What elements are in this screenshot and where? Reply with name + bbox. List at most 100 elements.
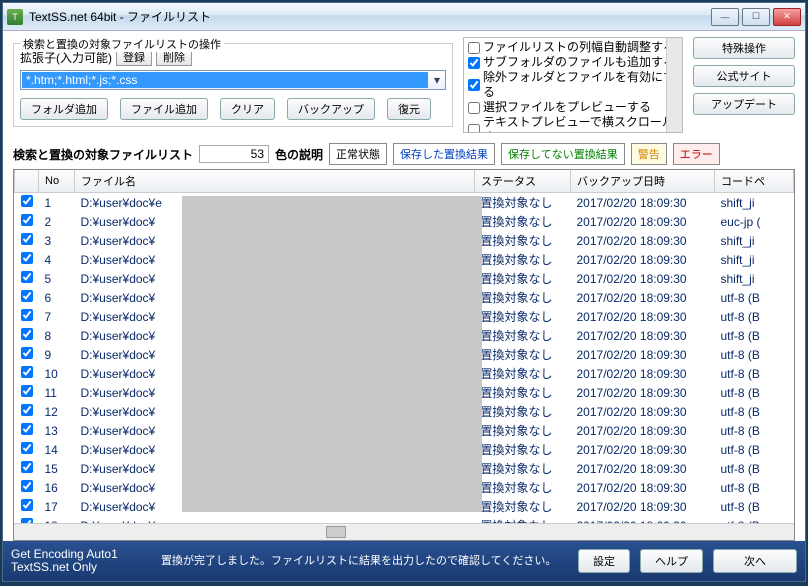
cell-no: 14	[39, 440, 75, 459]
checkbox[interactable]	[468, 42, 480, 54]
row-checkbox[interactable]	[21, 423, 33, 435]
cell-backup: 2017/02/20 18:09:30	[571, 364, 715, 383]
titlebar[interactable]: T TextSS.net 64bit - ファイルリスト — ☐ ✕	[3, 3, 805, 31]
cell-backup: 2017/02/20 18:09:30	[571, 383, 715, 402]
option-check[interactable]: ファイルリストの列幅自動調整する	[466, 40, 680, 55]
row-checkbox[interactable]	[21, 271, 33, 283]
row-checkbox[interactable]	[21, 347, 33, 359]
row-checkbox[interactable]	[21, 195, 33, 207]
cell-backup: 2017/02/20 18:09:30	[571, 212, 715, 231]
row-checkbox[interactable]	[21, 214, 33, 226]
clear-button[interactable]: クリア	[220, 98, 275, 120]
col-status[interactable]: ステータス	[475, 170, 571, 193]
cell-no: 3	[39, 231, 75, 250]
col-code[interactable]: コードペ	[715, 170, 794, 193]
close-button[interactable]: ✕	[773, 8, 801, 26]
row-checkbox[interactable]	[21, 442, 33, 454]
next-button[interactable]: 次へ	[713, 549, 797, 573]
cell-no: 16	[39, 478, 75, 497]
file-count: 53	[199, 145, 269, 163]
help-button[interactable]: ヘルプ	[640, 549, 703, 573]
content-area: 検索と置換の対象ファイルリストの操作 拡張子(入力可能) 登録 削除 *.htm…	[3, 31, 805, 541]
update-button[interactable]: アップデート	[693, 93, 795, 115]
cell-code: utf-8 (B	[715, 345, 794, 364]
h-scrollbar[interactable]	[14, 523, 794, 540]
cell-backup: 2017/02/20 18:09:30	[571, 345, 715, 364]
col-no[interactable]: No	[39, 170, 75, 193]
option-check[interactable]: テキストプレビューで横スクロールする	[466, 115, 680, 133]
cell-code: euc-jp (	[715, 212, 794, 231]
official-site-button[interactable]: 公式サイト	[693, 65, 795, 87]
restore-button[interactable]: 復元	[387, 98, 431, 120]
cell-code: utf-8 (B	[715, 421, 794, 440]
cell-backup: 2017/02/20 18:09:30	[571, 478, 715, 497]
cell-no: 8	[39, 326, 75, 345]
add-file-button[interactable]: ファイル追加	[120, 98, 208, 120]
group-label: 検索と置換の対象ファイルリストの操作	[20, 36, 224, 52]
row-checkbox[interactable]	[21, 252, 33, 264]
cell-no: 6	[39, 288, 75, 307]
cell-backup: 2017/02/20 18:09:30	[571, 269, 715, 288]
cell-backup: 2017/02/20 18:09:30	[571, 440, 715, 459]
file-list-ops-group: 検索と置換の対象ファイルリストの操作 拡張子(入力可能) 登録 削除 *.htm…	[13, 43, 453, 127]
checkbox[interactable]	[468, 57, 480, 69]
option-check[interactable]: 選択ファイルをプレビューする	[466, 100, 680, 115]
col-filename[interactable]: ファイル名	[75, 170, 475, 193]
row-checkbox[interactable]	[21, 233, 33, 245]
row-checkbox[interactable]	[21, 385, 33, 397]
cell-code: shift_ji	[715, 269, 794, 288]
cell-code: utf-8 (B	[715, 497, 794, 516]
cell-code: utf-8 (B	[715, 459, 794, 478]
settings-button[interactable]: 設定	[578, 549, 630, 573]
cell-status: 置換対象なし	[475, 269, 571, 288]
cell-backup: 2017/02/20 18:09:30	[571, 231, 715, 250]
cell-code: utf-8 (B	[715, 364, 794, 383]
legend-error: エラー	[673, 143, 720, 165]
cell-no: 2	[39, 212, 75, 231]
cell-status: 置換対象なし	[475, 231, 571, 250]
special-ops-button[interactable]: 特殊操作	[693, 37, 795, 59]
cell-no: 7	[39, 307, 75, 326]
cell-status: 置換対象なし	[475, 459, 571, 478]
cell-backup: 2017/02/20 18:09:30	[571, 288, 715, 307]
chevron-down-icon[interactable]: ▾	[429, 73, 445, 87]
scrollbar[interactable]	[666, 38, 682, 132]
cell-status: 置換対象なし	[475, 421, 571, 440]
statusbar: Get Encoding Auto1 TextSS.net Only 置換が完了…	[3, 541, 805, 581]
legend-normal: 正常状態	[329, 143, 387, 165]
options-checklist[interactable]: ファイルリストの列幅自動調整するサブフォルダのファイルも追加する除外フォルダとフ…	[463, 37, 683, 133]
check-label: サブフォルダのファイルも追加する	[483, 55, 675, 70]
row-checkbox[interactable]	[21, 480, 33, 492]
row-checkbox[interactable]	[21, 290, 33, 302]
option-check[interactable]: 除外フォルダとファイルを有効にする	[466, 70, 680, 100]
row-checkbox[interactable]	[21, 309, 33, 321]
ext-combo[interactable]: *.htm;*.html;*.js;*.css ▾	[20, 70, 446, 90]
cell-backup: 2017/02/20 18:09:30	[571, 307, 715, 326]
cell-backup: 2017/02/20 18:09:30	[571, 250, 715, 269]
option-check[interactable]: サブフォルダのファイルも追加する	[466, 55, 680, 70]
minimize-button[interactable]: —	[711, 8, 739, 26]
cell-status: 置換対象なし	[475, 307, 571, 326]
col-backup[interactable]: バックアップ日時	[571, 170, 715, 193]
row-checkbox[interactable]	[21, 328, 33, 340]
cell-code: utf-8 (B	[715, 402, 794, 421]
cell-code: utf-8 (B	[715, 478, 794, 497]
row-checkbox[interactable]	[21, 461, 33, 473]
app-icon: T	[7, 9, 23, 25]
checkbox[interactable]	[468, 102, 480, 114]
cell-status: 置換対象なし	[475, 402, 571, 421]
checkbox[interactable]	[468, 79, 480, 91]
cell-status: 置換対象なし	[475, 288, 571, 307]
legend-warn: 警告	[631, 143, 667, 165]
row-checkbox[interactable]	[21, 499, 33, 511]
backup-button[interactable]: バックアップ	[287, 98, 375, 120]
cell-status: 置換対象なし	[475, 326, 571, 345]
row-checkbox[interactable]	[21, 404, 33, 416]
cell-status: 置換対象なし	[475, 478, 571, 497]
checkbox[interactable]	[468, 124, 480, 133]
cell-no: 15	[39, 459, 75, 478]
cell-status: 置換対象なし	[475, 440, 571, 459]
row-checkbox[interactable]	[21, 366, 33, 378]
maximize-button[interactable]: ☐	[742, 8, 770, 26]
add-folder-button[interactable]: フォルダ追加	[20, 98, 108, 120]
